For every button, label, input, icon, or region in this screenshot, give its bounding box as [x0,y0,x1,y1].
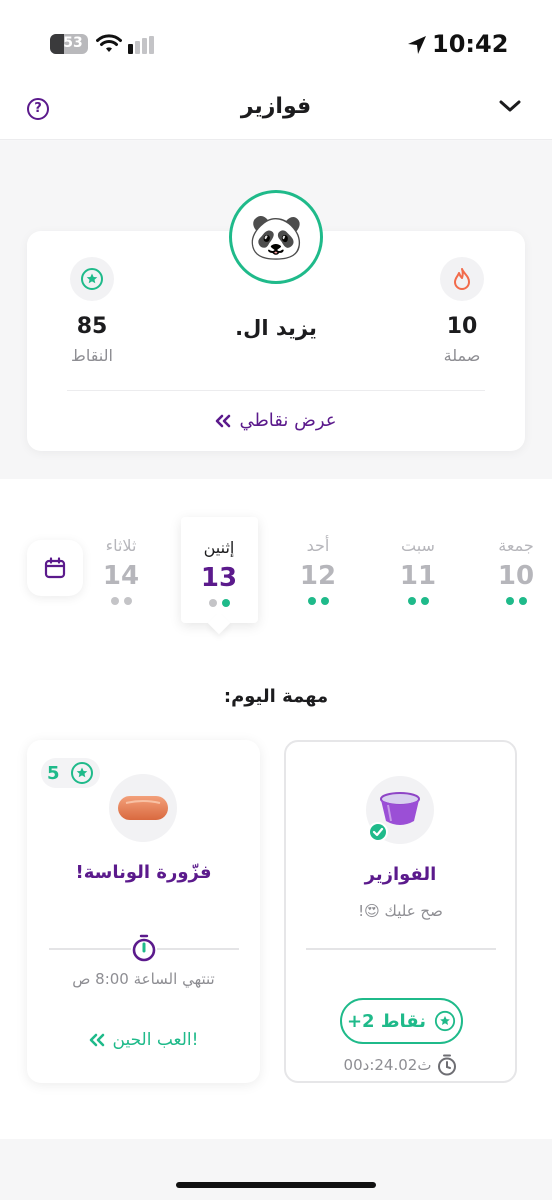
user-name: يزيد ال. [235,316,317,340]
day-number: 12 [299,561,337,591]
bottom-area [0,1139,552,1200]
day-number: 14 [102,561,140,591]
day-item[interactable]: سبت 11 [380,536,456,605]
streak-label: صملة [443,346,481,365]
points-label: النقاط [71,346,113,365]
task-result: صح عليك 😍! [358,902,443,920]
panda-avatar-icon: 🐼 [248,212,304,263]
day-item-selected[interactable]: إثنين 13 [181,538,257,607]
streak-value: 10 [446,314,478,339]
stopwatch-icon [438,1054,457,1076]
task-card-fawazeer[interactable]: الفوازير صح عليك 😍! +2 نقاط ث24.02:د00 [284,740,517,1083]
home-indicator [176,1182,376,1188]
day-number: 13 [200,563,238,593]
day-name: جمعة [498,536,534,555]
task-deadline: تنتهي الساعة 8:00 ص [27,970,260,988]
day-number: 10 [497,561,535,591]
badge-value: 5 [47,762,60,784]
day-item[interactable]: أحد 12 [280,536,356,605]
day-name: سبت [401,536,435,555]
battery-level: 53 [63,35,83,51]
play-now-link[interactable]: العب الحين! [27,1030,260,1050]
day-number: 11 [399,561,437,591]
calendar-button[interactable] [27,540,83,596]
app-header: ? فوازير [0,88,552,140]
calendar-icon [44,557,66,579]
avatar[interactable]: 🐼 [229,190,323,284]
points-value: 85 [76,314,108,339]
stopwatch-icon [131,934,157,962]
time-left: ث24.02:د00 [286,1054,515,1076]
star-badge-icon [70,257,114,301]
ends-time: الساعة 8:00 ص [72,970,178,988]
clock-time: 10:42 [432,30,509,58]
time-left-value: ث24.02:د00 [343,1056,432,1074]
task-title: فزّورة الوناسة! [75,862,212,883]
date-fruit-icon [109,774,177,842]
chevron-down-icon[interactable] [498,98,522,114]
task-card-riddle[interactable]: 5 فزّورة الوناسة! تنتهي الساعة 8:00 ص ال… [27,740,260,1083]
day-name: أحد [306,536,330,555]
tasks-title: مهمة اليوم: [223,686,329,707]
check-icon [368,822,388,842]
progress-track [306,948,496,950]
double-chevron-left-icon [89,1033,104,1047]
earned-points-badge: +2 نقاط [340,998,463,1044]
day-item[interactable]: جمعة 10 [478,536,552,605]
day-item[interactable]: ثلاثاء 14 [83,536,159,605]
points-badge: 5 [41,758,100,788]
day-name: إثنين [203,538,235,557]
task-title: الفوازير [364,864,437,885]
star-badge-icon [434,1010,456,1032]
battery-icon: 53 [50,34,88,54]
play-now-label: العب الحين! [112,1030,199,1050]
star-badge-icon [70,762,93,784]
fire-icon [440,257,484,301]
day-name: ثلاثاء [105,536,137,555]
wifi-icon [96,34,122,52]
divider [67,390,485,391]
earned-points-label: +2 نقاط [346,1010,427,1032]
location-arrow-icon [408,36,426,54]
double-chevron-left-icon [216,414,231,427]
status-bar: 53 10:42 [0,0,552,88]
view-points-link[interactable]: عرض نقاطي [176,410,376,431]
signal-icon [128,36,154,54]
page-title: فوازير [240,94,312,119]
ends-label: تنتهي [182,970,215,988]
view-points-label: عرض نقاطي [239,410,337,431]
